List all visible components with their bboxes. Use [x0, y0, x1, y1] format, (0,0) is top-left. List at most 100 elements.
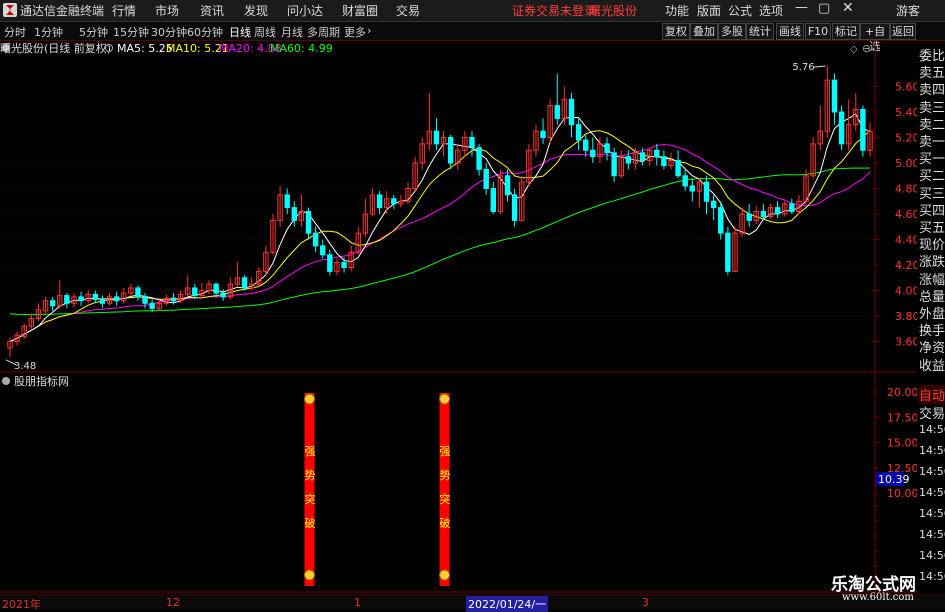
- candle: [312, 226, 319, 253]
- period-multi[interactable]: 多周期: [307, 24, 340, 40]
- candle-body: [675, 159, 681, 177]
- candle: [689, 178, 696, 202]
- price-tick: 5.40: [895, 106, 920, 119]
- period-fenshi[interactable]: 分时: [4, 24, 26, 40]
- trade-time: 14:56: [919, 444, 945, 457]
- quote-label: 净资: [919, 341, 945, 357]
- date-label-3: 3: [642, 596, 649, 609]
- candle: [99, 295, 106, 309]
- coin-bag-icon: [304, 393, 316, 405]
- multi-stock-button[interactable]: 多股: [718, 23, 746, 40]
- price-tick: 4.80: [895, 183, 920, 196]
- candle-body: [213, 283, 219, 294]
- period-15min[interactable]: 15分钟: [113, 24, 149, 40]
- sub-collapse-icon[interactable]: [2, 377, 10, 385]
- candle-body: [433, 130, 440, 145]
- stats-button[interactable]: 统计: [746, 23, 774, 40]
- period-1min[interactable]: 1分钟: [34, 24, 63, 40]
- user-label[interactable]: 游客: [896, 2, 920, 19]
- period-60min[interactable]: 60分钟: [187, 24, 223, 40]
- menu-caifuquan[interactable]: 财富圈: [342, 2, 378, 19]
- candle-body: [746, 213, 752, 221]
- quote-label: 换手: [919, 324, 945, 340]
- login-notice[interactable]: 证券交易未登录: [512, 2, 596, 19]
- f10-button[interactable]: F10: [805, 23, 831, 40]
- add-favorite-button[interactable]: +自选: [860, 23, 890, 53]
- menu-gongshi[interactable]: 公式: [728, 2, 752, 19]
- menu-zixun[interactable]: 资讯: [200, 2, 224, 19]
- trade-label[interactable]: 交易: [919, 403, 945, 422]
- quote-label: 现价: [919, 238, 945, 254]
- draw-line-button[interactable]: 画线: [776, 23, 804, 40]
- overlay-button[interactable]: 叠加: [690, 23, 718, 40]
- candle: [661, 150, 667, 170]
- candle-body: [682, 175, 688, 187]
- period-week[interactable]: 周线: [254, 24, 276, 40]
- menu-jiaoyi[interactable]: 交易: [396, 2, 420, 19]
- signal-char: 突: [440, 492, 451, 506]
- candle: [447, 134, 454, 170]
- price-tick: 3.80: [895, 310, 920, 323]
- candle-body: [725, 232, 731, 272]
- candle: [838, 105, 845, 151]
- candle: [533, 124, 539, 157]
- candle-body: [710, 200, 717, 209]
- period-5min[interactable]: 5分钟: [79, 24, 108, 40]
- candle: [49, 296, 56, 311]
- chevron-right-icon[interactable]: ›: [367, 24, 371, 37]
- back-button[interactable]: 返回: [890, 23, 916, 40]
- period-more[interactable]: 更多: [344, 24, 366, 40]
- quote-label: 卖二: [919, 117, 945, 133]
- current-stock: 曙光股份: [589, 4, 638, 18]
- menu-faxian[interactable]: 发现: [244, 2, 268, 19]
- ma20-line: [9, 144, 871, 342]
- quote-label: 卖四: [919, 83, 945, 99]
- watermark-url: www.60lt.com: [842, 592, 914, 603]
- candle-body: [611, 152, 617, 177]
- period-month[interactable]: 月线: [281, 24, 303, 40]
- kline-chart[interactable]: 曙光股份(日线 前复权) MA5: 5.25 MA10: 5.21 MA20: …: [0, 41, 945, 593]
- candle: [128, 284, 134, 296]
- menu-hangqing[interactable]: 行情: [112, 2, 136, 19]
- ma10-path: [9, 129, 871, 342]
- candle: [277, 185, 283, 227]
- mark-button[interactable]: 标记: [832, 23, 860, 40]
- date-label-12: 12: [166, 596, 180, 609]
- period-day[interactable]: 日线: [229, 24, 251, 40]
- candle-body: [220, 292, 226, 298]
- menu-xuanxiang[interactable]: 选项: [759, 2, 783, 19]
- candle: [398, 194, 404, 208]
- candle: [782, 201, 788, 217]
- menu-banmian[interactable]: 版面: [697, 2, 721, 19]
- candle: [298, 194, 305, 227]
- candle-body: [511, 194, 518, 221]
- trade-time: 14:56: [919, 570, 945, 583]
- price-tick: 3.60: [895, 336, 920, 349]
- ma20-path: [9, 144, 871, 342]
- menu-shichang[interactable]: 市场: [155, 2, 179, 19]
- candle: [455, 143, 461, 170]
- fuquan-button[interactable]: 复权: [662, 23, 690, 40]
- ma5-path: [9, 113, 871, 342]
- trade-time: 14:56: [919, 486, 945, 499]
- candle: [156, 299, 162, 311]
- auto-label[interactable]: 自动: [919, 385, 945, 404]
- candle-body: [192, 287, 198, 297]
- candle: [135, 285, 141, 301]
- menu-wenxiaoda[interactable]: 问小达: [287, 2, 323, 19]
- trade-time: 14:56: [919, 549, 945, 562]
- candle: [184, 275, 191, 297]
- minimize-icon[interactable]: —: [795, 0, 808, 15]
- candle-body: [860, 108, 866, 151]
- candle: [476, 143, 482, 176]
- candle: [511, 188, 518, 227]
- maximize-icon[interactable]: ▢: [818, 1, 830, 16]
- close-icon[interactable]: ✕: [842, 0, 854, 16]
- candle-body: [760, 210, 767, 218]
- candle: [490, 182, 497, 214]
- period-30min[interactable]: 30分钟: [151, 24, 187, 40]
- diamond-icon[interactable]: ◇: [850, 44, 858, 55]
- zoom-out-icon[interactable]: ⊖: [862, 42, 871, 55]
- menu-gongneng[interactable]: 功能: [665, 2, 689, 19]
- candle-body: [341, 261, 347, 269]
